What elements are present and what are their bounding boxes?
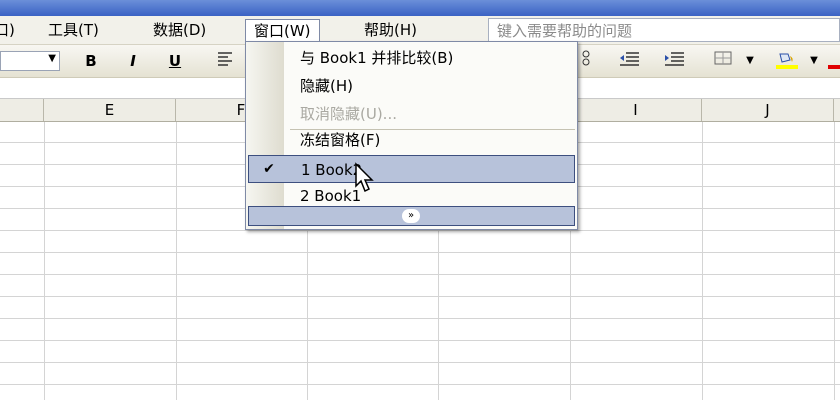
bold-button[interactable]: B bbox=[80, 50, 102, 72]
menu-tools[interactable]: 工具(T) bbox=[40, 19, 107, 41]
menu-item-hide[interactable]: 隐藏(H) bbox=[246, 72, 577, 100]
align-left-icon[interactable] bbox=[214, 50, 236, 72]
menu-item-compare-side-by-side[interactable]: 与 Book1 并排比较(B) bbox=[246, 44, 577, 72]
column-header-e[interactable]: E bbox=[44, 99, 176, 121]
decrease-indent-icon[interactable] bbox=[617, 50, 641, 72]
column-header-blank[interactable] bbox=[0, 99, 44, 121]
menu-item-unhide: 取消隐藏(U)... bbox=[246, 100, 577, 128]
menu-item-label: 与 Book1 并排比较(B) bbox=[300, 49, 454, 67]
help-search-input[interactable]: 键入需要帮助的问题 bbox=[488, 18, 840, 42]
grid-line bbox=[0, 252, 840, 253]
title-bar bbox=[0, 0, 840, 16]
grid-line bbox=[0, 230, 840, 231]
menu-item-label: 隐藏(H) bbox=[300, 77, 353, 95]
grid-line bbox=[0, 362, 840, 363]
menu-window[interactable]: 窗口(W) bbox=[245, 19, 320, 43]
grid-line bbox=[0, 340, 840, 341]
menu-data[interactable]: 数据(D) bbox=[145, 19, 214, 41]
column-header-i[interactable]: I bbox=[570, 99, 702, 121]
grid-line bbox=[0, 296, 840, 297]
font-size-dropdown[interactable]: ▼ bbox=[0, 51, 60, 71]
checkmark-icon: ✔ bbox=[263, 161, 275, 177]
menu-item-label: 取消隐藏(U)... bbox=[300, 105, 397, 123]
menu-item-freeze-panes[interactable]: 冻结窗格(F) bbox=[246, 126, 577, 154]
dropdown-arrow-icon: ▼ bbox=[48, 53, 56, 64]
expand-chevron-icon: » bbox=[402, 209, 420, 223]
menu-item-book2[interactable]: ✔ 1 Book2 bbox=[248, 155, 575, 183]
decimal-icon[interactable] bbox=[579, 50, 593, 72]
borders-dropdown-arrow-icon[interactable]: ▼ bbox=[744, 50, 756, 72]
fill-color-icon[interactable] bbox=[772, 50, 802, 72]
grid-line bbox=[0, 384, 840, 385]
menu-previous[interactable]: 口) bbox=[0, 19, 23, 41]
column-header-k[interactable] bbox=[834, 99, 840, 121]
font-color-icon[interactable] bbox=[826, 50, 840, 72]
menu-item-label: 1 Book2 bbox=[301, 161, 363, 179]
grid-line bbox=[0, 318, 840, 319]
column-header-j[interactable]: J bbox=[702, 99, 834, 121]
increase-indent-icon[interactable] bbox=[662, 50, 686, 72]
mouse-pointer-icon bbox=[355, 162, 374, 193]
window-menu-dropdown: 与 Book1 并排比较(B) 隐藏(H) 取消隐藏(U)... 冻结窗格(F)… bbox=[245, 41, 578, 230]
fill-color-dropdown-arrow-icon[interactable]: ▼ bbox=[808, 50, 820, 72]
menu-item-label: 冻结窗格(F) bbox=[300, 131, 381, 149]
borders-icon[interactable] bbox=[710, 50, 736, 72]
menu-help[interactable]: 帮助(H) bbox=[356, 19, 425, 41]
grid-line bbox=[0, 274, 840, 275]
italic-button[interactable]: I bbox=[122, 50, 144, 72]
underline-button[interactable]: U bbox=[164, 50, 186, 72]
menu-expand-bar[interactable]: » bbox=[248, 206, 575, 226]
